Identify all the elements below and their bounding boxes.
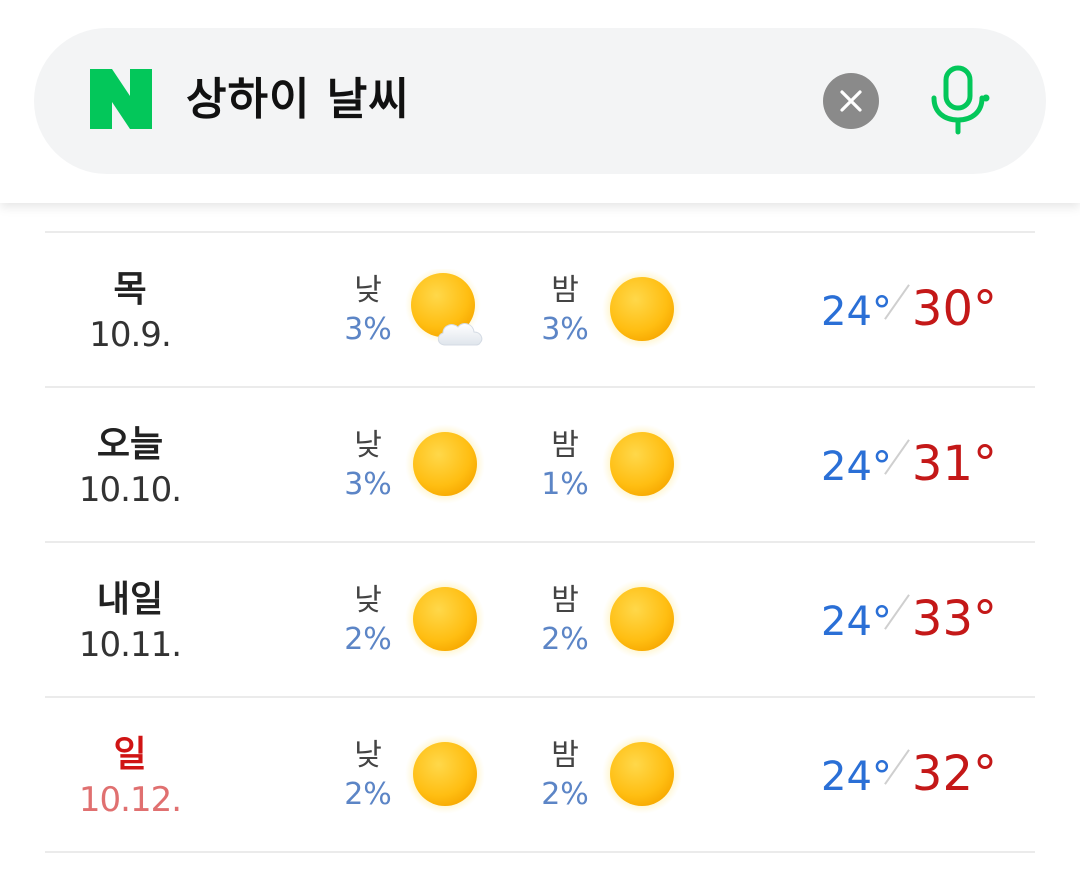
temperature-range: 24° 32°: [821, 746, 997, 806]
day-date: 10.9.: [89, 315, 172, 355]
close-icon: [840, 90, 862, 112]
day-column: 일 10.12.: [45, 733, 215, 823]
min-temp: 24°: [821, 289, 892, 335]
night-precip: 2%: [541, 777, 589, 812]
search-input[interactable]: 상하이 날씨: [186, 66, 410, 134]
forecast-row[interactable]: 목 10.9. 낮 3% 밤 3% 24° 30°: [45, 233, 1035, 388]
night-column: 밤 2%: [525, 738, 605, 816]
day-date: 10.11.: [78, 625, 182, 665]
daytime-label: 낮: [354, 738, 382, 773]
sun-icon: [602, 579, 682, 659]
day-column: 내일 10.11.: [45, 578, 215, 668]
temp-separator: [886, 750, 914, 790]
sun-icon: [405, 734, 485, 814]
daytime-column: 낮 3%: [328, 428, 408, 506]
sun-icon: [602, 424, 682, 504]
sun-cloud-icon: [405, 269, 483, 346]
search-header: 상하이 날씨: [0, 0, 1080, 203]
day-date: 10.10.: [78, 470, 182, 510]
night-label: 밤: [551, 273, 579, 308]
daytime-precip: 2%: [344, 777, 392, 812]
max-temp: 32°: [911, 746, 997, 802]
day-date: 10.12.: [78, 780, 182, 820]
daytime-column: 낮 2%: [328, 583, 408, 661]
temp-separator: [886, 285, 914, 325]
daytime-label: 낮: [354, 428, 382, 463]
temperature-range: 24° 31°: [821, 436, 997, 496]
night-label: 밤: [551, 583, 579, 618]
day-name: 오늘: [96, 424, 164, 465]
forecast-row[interactable]: 오늘 10.10. 낮 3% 밤 1% 24° 31°: [45, 388, 1035, 543]
night-precip: 3%: [541, 312, 589, 347]
sun-icon: [405, 424, 485, 504]
night-precip: 2%: [541, 622, 589, 657]
weekly-forecast-list: 목 10.9. 낮 3% 밤 3% 24° 30° 오늘 10.10. 낮 3%…: [45, 231, 1035, 853]
forecast-row[interactable]: 일 10.12. 낮 2% 밤 2% 24° 32°: [45, 698, 1035, 853]
min-temp: 24°: [821, 599, 892, 645]
temp-separator: [886, 440, 914, 480]
sun-icon: [602, 269, 682, 349]
night-precip: 1%: [541, 467, 589, 502]
daytime-precip: 3%: [344, 312, 392, 347]
night-column: 밤 3%: [525, 273, 605, 351]
sun-icon: [602, 734, 682, 814]
daytime-column: 낮 3%: [328, 273, 408, 351]
day-name: 목: [113, 269, 147, 310]
night-column: 밤 1%: [525, 428, 605, 506]
day-name: 내일: [96, 579, 164, 620]
temperature-range: 24° 30°: [821, 281, 997, 341]
max-temp: 33°: [911, 591, 997, 647]
max-temp: 30°: [911, 281, 997, 337]
temperature-range: 24° 33°: [821, 591, 997, 651]
sun-icon: [405, 579, 485, 659]
min-temp: 24°: [821, 444, 892, 490]
night-label: 밤: [551, 428, 579, 463]
night-column: 밤 2%: [525, 583, 605, 661]
forecast-row[interactable]: 내일 10.11. 낮 2% 밤 2% 24° 33°: [45, 543, 1035, 698]
temp-separator: [886, 595, 914, 635]
daytime-precip: 3%: [344, 467, 392, 502]
max-temp: 31°: [911, 436, 997, 492]
daytime-label: 낮: [354, 583, 382, 618]
min-temp: 24°: [821, 754, 892, 800]
clear-button[interactable]: [823, 73, 879, 129]
daytime-column: 낮 2%: [328, 738, 408, 816]
day-name: 일: [113, 734, 147, 775]
night-label: 밤: [551, 738, 579, 773]
microphone-icon[interactable]: [926, 64, 990, 136]
day-column: 오늘 10.10.: [45, 423, 215, 513]
naver-logo[interactable]: [90, 69, 152, 129]
daytime-precip: 2%: [344, 622, 392, 657]
day-column: 목 10.9.: [45, 268, 215, 358]
daytime-label: 낮: [354, 273, 382, 308]
